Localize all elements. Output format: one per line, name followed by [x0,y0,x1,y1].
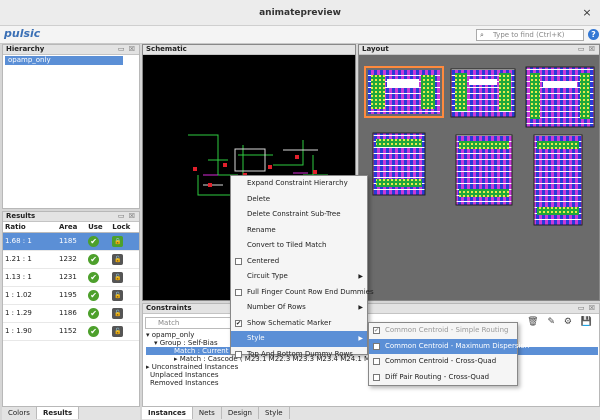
checkbox[interactable] [373,373,380,381]
unlock-icon[interactable]: 🔓 [112,271,124,283]
checkbox[interactable] [373,358,380,365]
help-button[interactable]: ? [588,29,599,40]
menu-item-submenu[interactable]: Circuit Type ▶ [231,269,367,285]
unlock-icon[interactable]: 🔓 [112,253,124,265]
column-header[interactable]: Ratio [3,222,57,233]
constraint-toolbar[interactable]: 🗑 ✎ ⚙ 💾 [527,317,595,327]
checkbox[interactable] [235,350,242,358]
tab-instances[interactable]: Instances [142,407,193,419]
search-input[interactable]: ⌕ Type to find (Ctrl+K) [476,29,584,41]
results-table: Ratio Area Use Lock 1.68 : 1 1185 ✔ 🔒 1.21 … [3,222,139,341]
layout-canvas[interactable] [359,55,599,300]
tab-results[interactable]: Results [36,407,80,419]
hierarchy-title: Hierarchy [6,45,45,53]
layout-panel: Layout ▭ ☒ [358,44,600,301]
checkbox-checked[interactable]: ✔ [235,319,242,327]
check-icon[interactable]: ✔ [88,289,100,301]
layout-result-6[interactable] [533,134,583,226]
layout-result-2[interactable] [450,68,516,118]
menu-item-submenu[interactable]: Style ▶ [231,331,367,347]
check-icon[interactable]: ✔ [88,325,100,337]
menu-item-checkbox[interactable]: Full Finger Count Row End Dummies [231,285,374,301]
table-row[interactable]: 1.68 : 1 1185 ✔ 🔒 [3,232,139,251]
hierarchy-item[interactable]: opamp_only [5,56,123,65]
menu-item-submenu[interactable]: Number Of Rows ▶ [231,300,367,316]
checkbox[interactable] [235,257,242,265]
panel-buttons[interactable]: ▭ ☒ [578,45,596,54]
table-row[interactable]: 1 : 1.29 1186 ✔ 🔓 [3,304,139,323]
menu-item[interactable]: Delete Constraint Sub-Tree [231,207,367,223]
column-header[interactable]: Area [57,222,87,233]
checkbox[interactable] [373,342,380,350]
layout-result-5[interactable] [455,134,513,206]
submenu-arrow-icon: ▶ [358,273,363,280]
check-icon[interactable]: ✔ [88,235,100,247]
left-tab-bar: Colors Results [2,407,140,420]
submenu-item[interactable]: ✔ Common Centroid - Simple Routing [369,323,517,339]
menu-item[interactable]: Rename [231,223,367,239]
style-submenu: ✔ Common Centroid - Simple Routing Common… [368,322,529,386]
pulsic-logo: pulsic [4,27,41,40]
check-icon[interactable]: ✔ [88,253,100,265]
tab-nets[interactable]: Nets [193,407,222,419]
menu-item[interactable]: Delete [231,192,367,208]
unlock-icon[interactable]: 🔓 [112,325,124,337]
title-bar: animatepreview × [0,0,600,26]
check-icon[interactable]: ✔ [88,271,100,283]
close-button[interactable]: × [580,6,594,20]
context-menu: Expand Constraint Hierarchy Delete Delet… [230,175,374,358]
check-icon[interactable]: ✔ [88,307,100,319]
toolbar: pulsic ⌕ Type to find (Ctrl+K) ? [0,26,600,44]
menu-item[interactable]: Expand Constraint Hierarchy [231,176,367,192]
column-header[interactable]: Use [86,222,111,233]
submenu-item[interactable]: Common Centroid - Maximum Dispersion [369,338,529,354]
window-title: animatepreview [259,8,341,18]
panel-buttons[interactable]: ▭ ☒ [118,212,136,221]
layout-result-1[interactable] [364,66,444,118]
submenu-arrow-icon: ▶ [358,304,363,311]
results-title: Results [6,212,36,220]
submenu-arrow-icon: ▶ [358,335,363,342]
table-row[interactable]: 1 : 1.90 1152 ✔ 🔓 [3,322,139,341]
layout-result-3[interactable] [525,66,595,128]
checkbox[interactable] [235,288,242,296]
menu-item[interactable]: Convert to Tiled Match [231,238,367,254]
unlock-icon[interactable]: 🔓 [112,307,124,319]
table-row[interactable]: 1.13 : 1 1231 ✔ 🔓 [3,268,139,287]
table-row[interactable]: 1.21 : 1 1232 ✔ 🔓 [3,250,139,269]
lock-icon[interactable]: 🔒 [112,235,124,247]
layout-result-4[interactable] [372,132,426,196]
constraints-title: Constraints [146,304,192,312]
panel-buttons[interactable]: ▭ ☒ [118,45,136,54]
checkbox-checked[interactable]: ✔ [373,327,380,334]
tab-style[interactable]: Style [259,407,290,419]
menu-item-checkbox[interactable]: Centered [231,254,367,270]
unlock-icon[interactable]: 🔓 [112,289,124,301]
submenu-item[interactable]: Common Centroid - Cross-Quad [369,354,517,370]
menu-item-checkbox[interactable]: ✔ Show Schematic Marker [231,316,367,332]
results-panel: Results ▭ ☒ Ratio Area Use Lock 1.68 : 11… [2,211,140,407]
panel-buttons[interactable]: ▭ ☒ [578,304,596,313]
search-icon: ⌕ [480,31,484,39]
tab-colors[interactable]: Colors [2,407,37,419]
table-row[interactable]: 1 : 1.02 1195 ✔ 🔓 [3,286,139,305]
layout-title: Layout [362,45,389,53]
column-header[interactable]: Lock [110,222,139,233]
schematic-title: Schematic [146,45,187,53]
hierarchy-panel: Hierarchy ▭ ☒ opamp_only [2,44,140,209]
tab-design[interactable]: Design [222,407,259,419]
menu-item-checkbox[interactable]: Top And Bottom Dummy Rows [231,347,367,363]
bottom-tab-bar: Instances Nets Design Style [142,407,600,420]
submenu-item[interactable]: Diff Pair Routing - Cross-Quad [369,370,517,386]
